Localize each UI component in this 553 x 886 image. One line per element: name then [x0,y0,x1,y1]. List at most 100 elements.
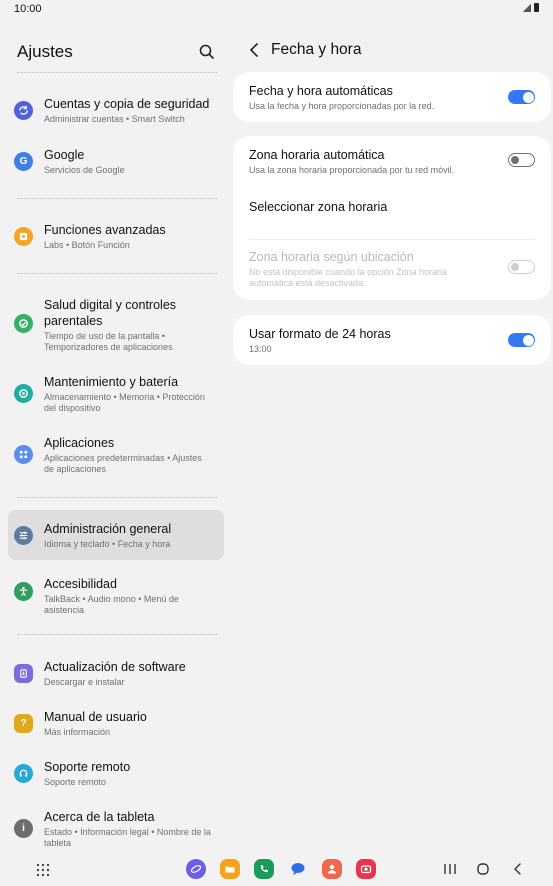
settings-item-advanced-features[interactable]: Funciones avanzadas Labs • Botón Función [8,217,224,255]
settings-item-title: Accesibilidad [44,577,117,591]
location-timezone-toggle [508,260,535,274]
google-icon: G [14,152,33,171]
digital-wellbeing-icon [14,314,33,333]
contacts-app-icon[interactable] [322,859,342,879]
search-button[interactable] [197,42,217,62]
settings-item-subtitle: Labs • Botón Función [44,240,130,250]
row-title: Zona horaria según ubicación [249,250,414,264]
back-nav-button[interactable] [510,862,526,876]
settings-item-title: Google [44,148,85,162]
settings-item-google[interactable]: G Google Servicios de Google [8,142,224,180]
settings-item-title: Actualización de software [44,660,186,674]
apps-icon [14,445,33,464]
search-icon [199,44,214,59]
settings-item-general-management[interactable]: Administración general Idioma y teclado … [8,510,224,560]
settings-item-digital-wellbeing[interactable]: Salud digital y controles parentales Tie… [8,292,224,354]
auto-datetime-row[interactable]: Fecha y hora automáticas Usa la fecha y … [233,72,551,122]
navigation-bar [0,852,553,886]
sliders-icon [14,526,33,545]
settings-item-subtitle: Idioma y teclado • Fecha y hora [44,539,171,549]
row-subtitle: Usa la fecha y hora proporcionadas por l… [249,101,435,111]
settings-item-title: Aplicaciones [44,436,115,450]
settings-header: Ajustes [17,40,217,64]
auto-datetime-toggle[interactable] [508,90,535,104]
settings-item-accounts[interactable]: Cuentas y copia de seguridad Administrar… [8,90,224,130]
system-indicators [522,3,539,12]
chevron-left-icon [250,43,258,57]
settings-item-accessibility[interactable]: Accesibilidad TalkBack • Audio mono • Me… [8,573,224,621]
settings-item-subtitle: Almacenamiento • Memoria • Protección de… [44,392,205,413]
settings-item-title: Administración general [44,522,172,536]
settings-item-title: Salud digital y controles parentales [44,298,177,328]
settings-item-about-tablet[interactable]: i Acerca de la tableta Estado • Informac… [8,804,224,854]
section-divider [17,497,217,498]
settings-item-title: Acerca de la tableta [44,810,155,824]
sync-icon [14,101,33,120]
auto-timezone-row[interactable]: Zona horaria automática Usa la zona hora… [233,136,551,188]
row-subtitle: No está disponible cuando la opción Zona… [249,267,448,288]
settings-item-title: Soporte remoto [44,760,131,774]
section-divider [17,198,217,199]
select-timezone-row[interactable]: Seleccionar zona horaria [233,188,551,238]
headset-icon [14,764,33,783]
format-24h-card: Usar formato de 24 horas 13:00 [233,315,551,365]
screen-recorder-app-icon[interactable] [356,859,376,879]
timezone-card: Zona horaria automática Usa la zona hora… [233,136,551,300]
phone-app-icon[interactable] [254,859,274,879]
settings-item-subtitle: TalkBack • Audio mono • Menú de asistenc… [44,594,179,615]
section-divider [17,273,217,274]
app-drawer-button[interactable] [36,863,50,877]
status-bar: 10:00 [0,0,553,18]
messages-app-icon[interactable] [288,859,308,879]
page-title: Ajustes [17,42,73,61]
recents-icon [444,864,456,874]
settings-item-subtitle: Servicios de Google [44,165,125,175]
folder-app-icon[interactable] [220,859,240,879]
puzzle-icon [14,227,33,246]
format-24h-row[interactable]: Usar formato de 24 horas 13:00 [233,315,551,365]
settings-item-title: Manual de usuario [44,710,147,724]
settings-item-subtitle: Administrar cuentas • Smart Switch [44,114,185,124]
page-title: Fecha y hora [271,41,362,58]
settings-item-device-care[interactable]: Mantenimiento y batería Almacenamiento •… [8,369,224,417]
software-update-icon [14,664,33,683]
settings-item-subtitle: Más información [44,727,111,737]
settings-item-remote-support[interactable]: Soporte remoto Soporte remoto [8,754,224,792]
status-time: 10:00 [14,3,42,15]
row-title: Zona horaria automática [249,148,385,162]
settings-item-subtitle: Tiempo de uso de la pantalla • Temporiza… [44,331,173,352]
date-time-pane: Fecha y hora Fecha y hora automáticas Us… [232,18,553,846]
settings-item-subtitle: Aplicaciones predeterminadas • Ajustes d… [44,453,202,474]
settings-list-pane: Ajustes Cuentas y copia de seguridad Adm… [0,18,226,848]
row-title: Fecha y hora automáticas [249,84,393,98]
battery-icon [534,3,539,12]
settings-item-title: Cuentas y copia de seguridad [44,97,210,111]
grid-icon [36,863,50,877]
auto-timezone-toggle[interactable] [508,153,535,167]
settings-item-user-manual[interactable]: ? Manual de usuario Más información [8,704,224,742]
app-dock [186,859,376,879]
settings-item-apps[interactable]: Aplicaciones Aplicaciones predeterminada… [8,430,224,478]
section-divider [17,634,217,635]
section-divider [17,72,217,73]
battery-care-icon [14,384,33,403]
recent-apps-button[interactable] [442,862,458,876]
accessibility-icon [14,582,33,601]
row-subtitle: Usa la zona horaria proporcionada por tu… [249,165,455,175]
location-timezone-row: Zona horaria según ubicación No está dis… [233,240,551,298]
auto-datetime-card: Fecha y hora automáticas Usa la fecha y … [233,72,551,122]
home-button[interactable] [475,862,491,876]
manual-icon: ? [14,714,33,733]
row-title: Usar formato de 24 horas [249,327,391,341]
signal-icon [522,3,531,12]
info-icon: i [14,819,33,838]
format-24h-toggle[interactable] [508,333,535,347]
internet-app-icon[interactable] [186,859,206,879]
row-subtitle: 13:00 [249,344,272,354]
settings-item-software-update[interactable]: Actualización de software Descargar e in… [8,654,224,692]
back-button[interactable] [246,41,262,59]
settings-item-title: Funciones avanzadas [44,223,166,237]
row-title: Seleccionar zona horaria [249,200,388,214]
settings-item-subtitle: Descargar e instalar [44,677,125,687]
settings-item-subtitle: Soporte remoto [44,777,107,787]
